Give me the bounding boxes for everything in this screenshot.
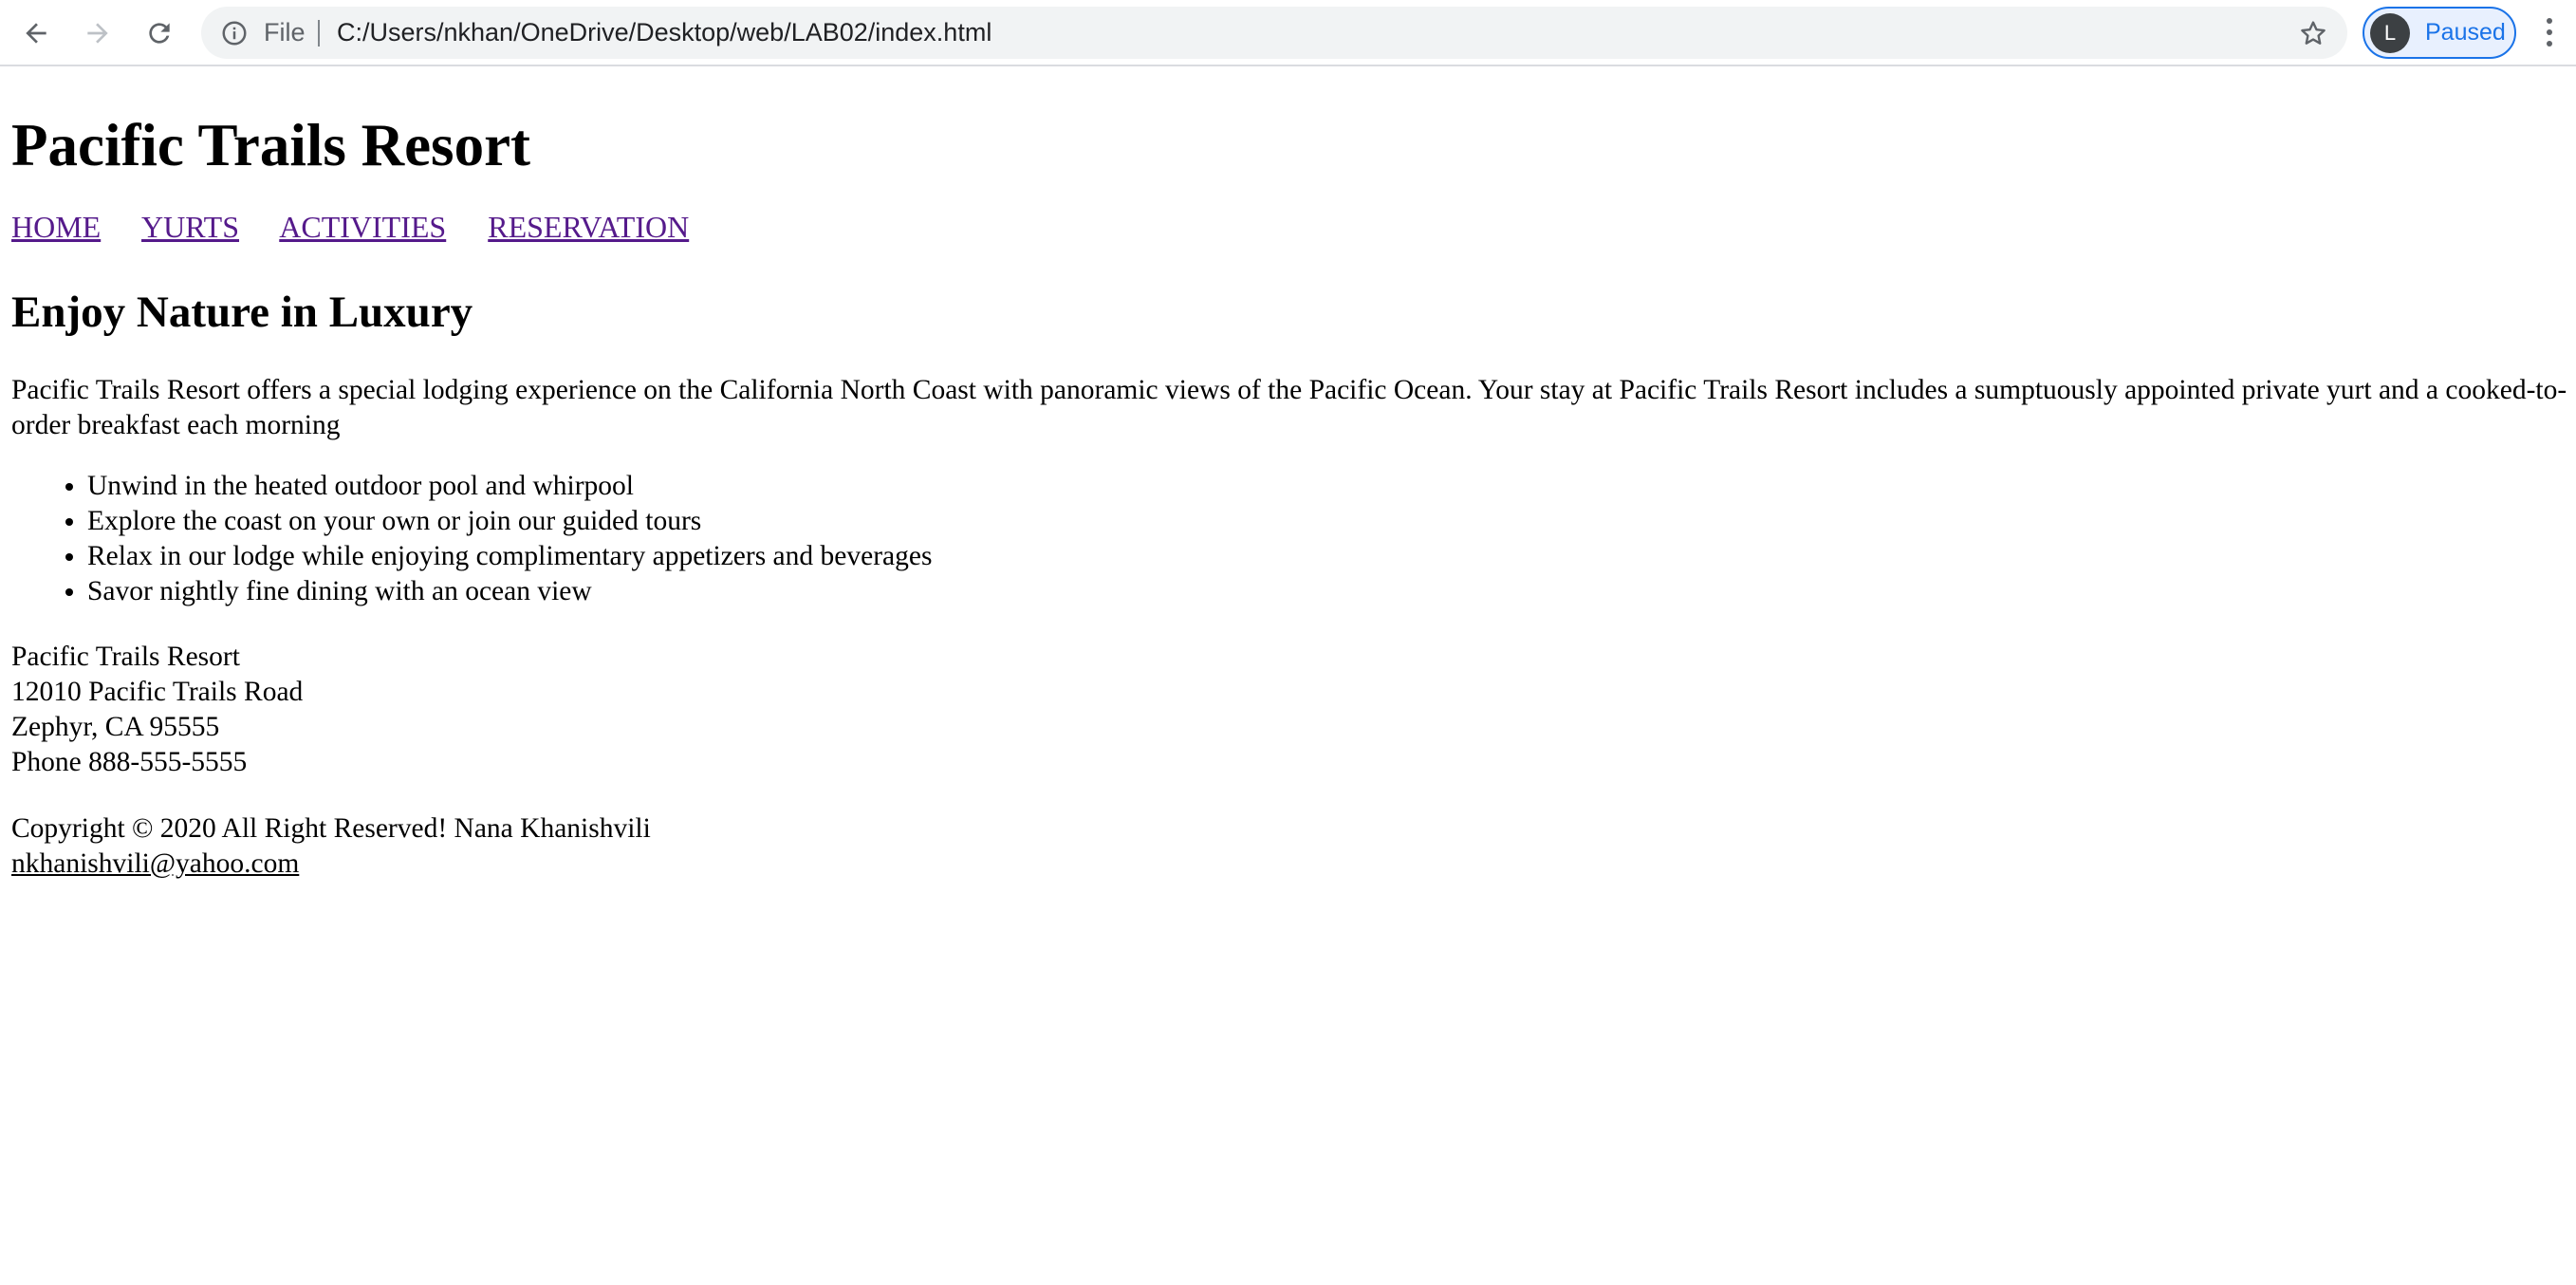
site-title: Pacific Trails Resort	[11, 112, 531, 178]
address-bar[interactable]: File C:/Users/nkhan/OneDrive/Desktop/web…	[201, 7, 2347, 59]
browser-toolbar: File C:/Users/nkhan/OneDrive/Desktop/web…	[0, 0, 2576, 66]
back-button[interactable]	[12, 9, 60, 57]
address-name: Pacific Trails Resort	[11, 642, 240, 673]
list-item: Relax in our lodge while enjoying compli…	[87, 539, 2576, 574]
email-link[interactable]: nkhanishvili@yahoo.com	[11, 848, 299, 879]
features-list: Unwind in the heated outdoor pool and wh…	[11, 469, 2576, 609]
nav-link-yurts[interactable]: YURTS	[141, 210, 239, 244]
profile-status: Paused	[2425, 19, 2506, 46]
file-scheme-label: File	[264, 18, 306, 47]
address-street: 12010 Pacific Trails Road	[11, 677, 304, 708]
back-icon	[26, 23, 46, 44]
address-phone: Phone 888-555-5555	[11, 747, 248, 778]
profile-button[interactable]: L Paused	[2363, 7, 2516, 59]
nav-link-reservation[interactable]: RESERVATION	[488, 210, 689, 244]
reload-button[interactable]	[136, 9, 183, 57]
list-item: Savor nightly fine dining with an ocean …	[87, 574, 2576, 609]
nav-link-activities[interactable]: ACTIVITIES	[279, 210, 446, 244]
forward-icon	[87, 23, 108, 44]
list-item: Explore the coast on your own or join ou…	[87, 504, 2576, 539]
info-icon[interactable]	[220, 19, 249, 47]
nav-link-home[interactable]: HOME	[11, 210, 101, 244]
page-content: Pacific Trails Resort HOME YURTS ACTIVIT…	[0, 68, 2576, 882]
contact-address: Pacific Trails Resort 12010 Pacific Trai…	[11, 640, 2576, 780]
site-nav: HOME YURTS ACTIVITIES RESERVATION	[11, 210, 2576, 245]
star-icon[interactable]	[2298, 18, 2328, 48]
intro-paragraph: Pacific Trails Resort offers a special l…	[11, 375, 2567, 441]
avatar: L	[2370, 13, 2410, 53]
url-text[interactable]: C:/Users/nkhan/OneDrive/Desktop/web/LAB0…	[337, 7, 991, 59]
reload-icon	[149, 23, 170, 44]
omnibox-divider	[318, 20, 320, 47]
copyright-text: Copyright © 2020 All Right Reserved! Nan…	[11, 813, 651, 845]
address-city: Zephyr, CA 95555	[11, 712, 220, 743]
list-item: Unwind in the heated outdoor pool and wh…	[87, 469, 2576, 504]
page-footer: Copyright © 2020 All Right Reserved! Nan…	[11, 811, 2576, 882]
main-heading: Enjoy Nature in Luxury	[11, 288, 473, 338]
forward-button[interactable]	[74, 9, 121, 57]
kebab-menu-icon[interactable]	[2535, 13, 2564, 51]
